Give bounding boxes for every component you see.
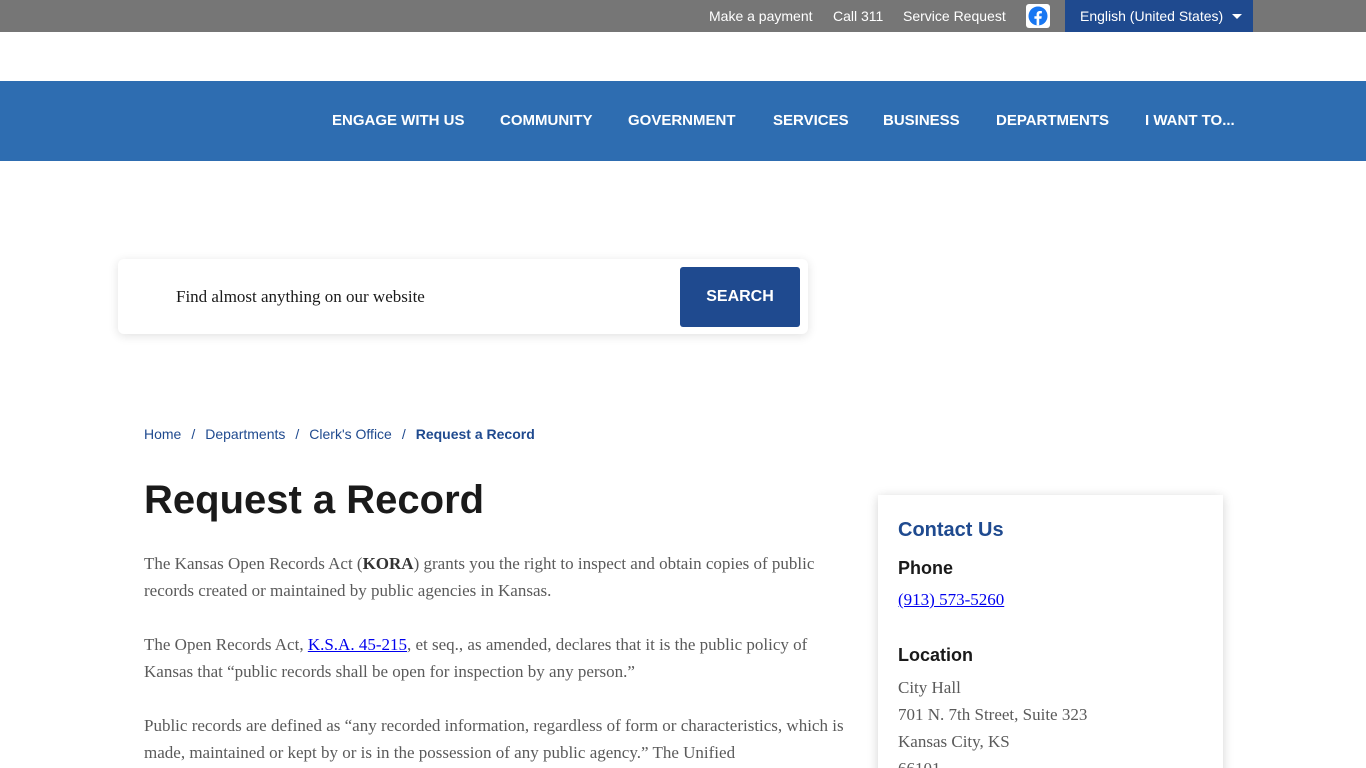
facebook-icon[interactable] [1026, 4, 1050, 28]
nav-services[interactable]: SERVICES [773, 81, 849, 161]
main-nav: ENGAGE WITH US COMMUNITY GOVERNMENT SERV… [0, 81, 1366, 161]
nav-departments[interactable]: DEPARTMENTS [996, 81, 1109, 161]
nav-government[interactable]: GOVERNMENT [628, 81, 736, 161]
address-line: Kansas City, KS [898, 732, 1010, 751]
breadcrumb-departments[interactable]: Departments [205, 426, 285, 442]
paragraph-open-records-act: The Open Records Act, K.S.A. 45-215, et … [144, 631, 860, 685]
nav-community[interactable]: COMMUNITY [500, 81, 593, 161]
breadcrumb-clerks-office[interactable]: Clerk's Office [309, 426, 392, 442]
language-label: English (United States) [1080, 8, 1224, 24]
make-payment-link[interactable]: Make a payment [709, 0, 813, 32]
contact-heading: Contact Us [898, 519, 1004, 541]
search-button[interactable]: SEARCH [680, 267, 800, 327]
chevron-down-icon [1232, 14, 1242, 19]
call-311-link[interactable]: Call 311 [833, 0, 883, 32]
breadcrumb: Home / Departments / Clerk's Office / Request … [144, 426, 535, 442]
kora-bold: KORA [362, 554, 414, 573]
address-line: 701 N. 7th Street, Suite 323 [898, 705, 1088, 724]
contact-card: Contact Us Phone (913) 573-5260 Location… [878, 495, 1223, 768]
paragraph-public-records-definition: Public records are defined as “any recor… [144, 716, 844, 762]
breadcrumb-home[interactable]: Home [144, 426, 181, 442]
address-line: 66101 [898, 755, 1087, 768]
breadcrumb-current: Request a Record [415, 426, 535, 442]
nav-engage-with-us[interactable]: ENGAGE WITH US [332, 81, 465, 161]
text: The Kansas Open Records Act ( [144, 554, 363, 573]
text: The Open Records Act, [144, 635, 308, 654]
nav-business[interactable]: BUSINESS [883, 81, 960, 161]
phone-link[interactable]: (913) 573-5260 [898, 590, 1004, 610]
address-line: City Hall [898, 678, 961, 697]
service-request-link[interactable]: Service Request [903, 0, 1006, 32]
breadcrumb-separator: / [295, 426, 300, 442]
breadcrumb-separator: / [191, 426, 196, 442]
page-title: Request a Record [144, 478, 485, 522]
location-label: Location [898, 645, 973, 665]
nav-i-want-to[interactable]: I WANT TO... [1145, 81, 1235, 161]
language-selector[interactable]: English (United States) [1065, 0, 1253, 32]
page-content: The Kansas Open Records Act (KORA) grant… [144, 550, 860, 768]
breadcrumb-separator: / [401, 426, 406, 442]
ksa-45-215-link[interactable]: K.S.A. 45-215 [308, 635, 407, 654]
search-input[interactable] [176, 281, 666, 313]
phone-label: Phone [898, 558, 954, 578]
search-card: SEARCH [118, 259, 808, 334]
address: City Hall 701 N. 7th Street, Suite 323 K… [898, 674, 1087, 768]
utility-bar: Make a payment Call 311 Service Request … [0, 0, 1366, 32]
paragraph-kora: The Kansas Open Records Act (KORA) grant… [144, 550, 860, 604]
